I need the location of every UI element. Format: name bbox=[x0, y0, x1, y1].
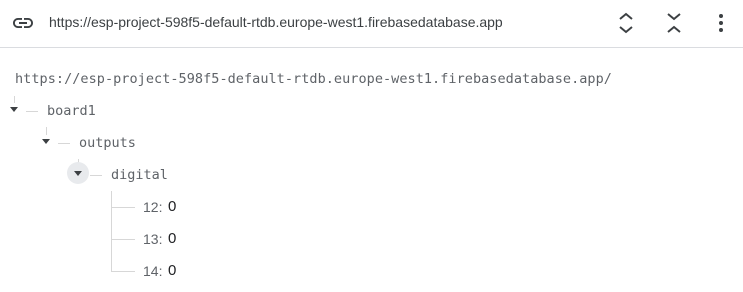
more-options-button[interactable] bbox=[707, 9, 735, 37]
caret-down-icon bbox=[74, 170, 82, 176]
leaf-key-14[interactable]: 14: bbox=[143, 263, 162, 279]
board1-toggle[interactable] bbox=[3, 98, 25, 120]
database-url[interactable]: https://esp-project-598f5-default-rtdb.e… bbox=[49, 14, 503, 30]
digital-toggle[interactable] bbox=[67, 162, 89, 184]
link-icon[interactable] bbox=[11, 11, 35, 35]
tree-connector bbox=[111, 271, 135, 272]
expand-all-icon bbox=[619, 12, 633, 34]
leaf-value-12[interactable]: 0 bbox=[168, 198, 176, 215]
tree-connector bbox=[111, 191, 112, 271]
tree-connector bbox=[58, 143, 70, 144]
url-toolbar: https://esp-project-598f5-default-rtdb.e… bbox=[0, 0, 743, 48]
collapse-all-button[interactable] bbox=[660, 9, 688, 37]
root-path[interactable]: https://esp-project-598f5-default-rtdb.e… bbox=[15, 71, 612, 87]
tree-connector bbox=[26, 111, 38, 112]
leaf-value-13[interactable]: 0 bbox=[168, 230, 176, 247]
node-key-board1[interactable]: board1 bbox=[47, 103, 96, 119]
tree-connector bbox=[111, 207, 135, 208]
leaf-value-14[interactable]: 0 bbox=[168, 262, 176, 279]
collapse-all-icon bbox=[667, 13, 681, 33]
outputs-toggle[interactable] bbox=[35, 130, 57, 152]
caret-down-icon bbox=[42, 138, 50, 144]
more-vert-icon bbox=[719, 14, 723, 32]
caret-down-icon bbox=[10, 106, 18, 112]
tree-connector bbox=[90, 175, 102, 176]
node-key-digital[interactable]: digital bbox=[111, 167, 168, 183]
node-key-outputs[interactable]: outputs bbox=[79, 135, 136, 151]
leaf-key-13[interactable]: 13: bbox=[143, 231, 162, 247]
tree-connector bbox=[111, 239, 135, 240]
leaf-key-12[interactable]: 12: bbox=[143, 199, 162, 215]
expand-all-button[interactable] bbox=[612, 9, 640, 37]
